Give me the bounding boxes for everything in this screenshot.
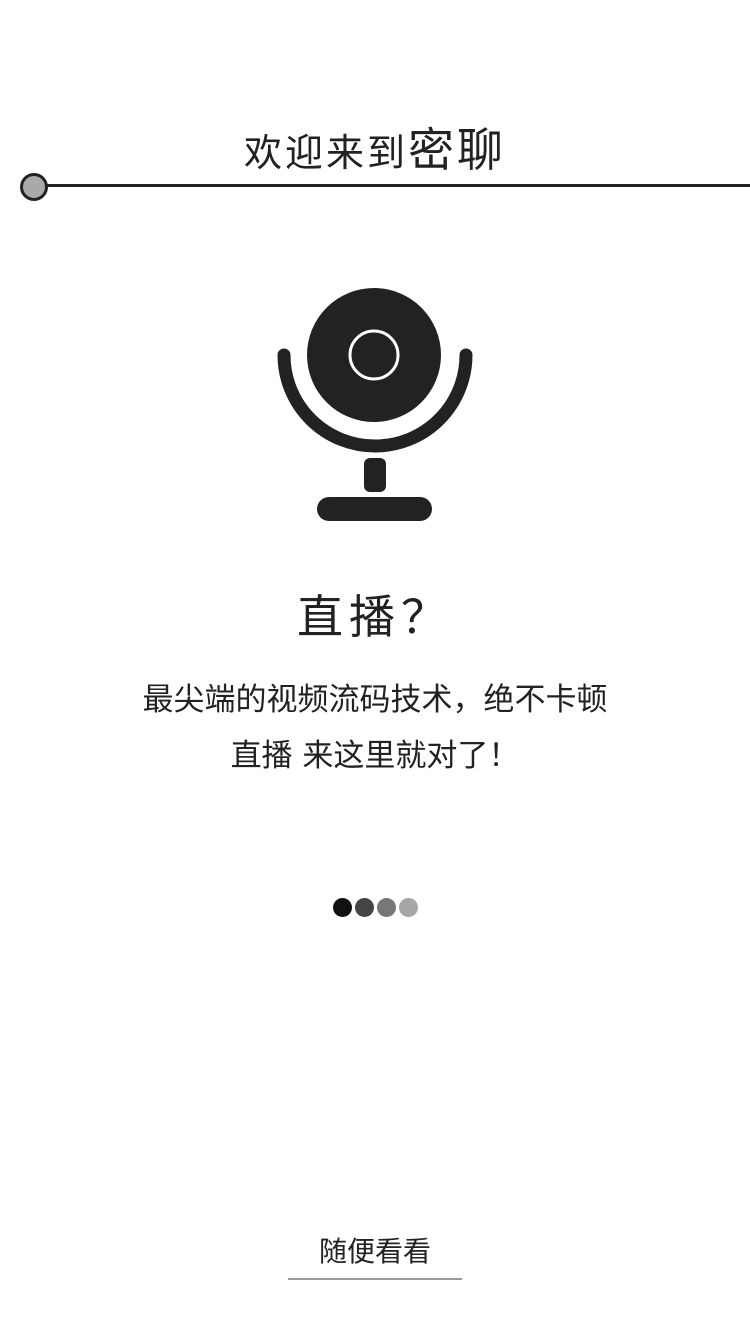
- header-bullet-dot: [20, 173, 48, 201]
- webcam-head: [307, 288, 441, 422]
- feature-title: 直播？: [297, 590, 453, 644]
- feature-description-line: 直播 来这里就对了！: [230, 738, 520, 774]
- page-dot-active[interactable]: [332, 898, 352, 917]
- page-dot[interactable]: [376, 898, 396, 917]
- welcome-header: 欢迎来到密聊: [0, 118, 750, 201]
- page-dot[interactable]: [398, 898, 418, 917]
- feature-description-line: 最尖端的视频流码技术，绝不卡顿: [142, 682, 608, 718]
- page-indicator: [0, 898, 750, 920]
- welcome-title: 欢迎来到密聊: [0, 122, 750, 189]
- webcam-neck: [364, 458, 386, 492]
- browse-button[interactable]: 随便看看: [288, 1228, 462, 1280]
- webcam-icon: [277, 288, 473, 521]
- feature-description: 最尖端的视频流码技术，绝不卡顿 直播 来这里就对了！: [40, 672, 710, 784]
- header-divider: [34, 184, 750, 187]
- welcome-text: 欢迎来到: [243, 131, 408, 175]
- webcam-base: [317, 497, 432, 521]
- app-name: 密聊: [408, 123, 506, 177]
- page-dot[interactable]: [354, 898, 374, 917]
